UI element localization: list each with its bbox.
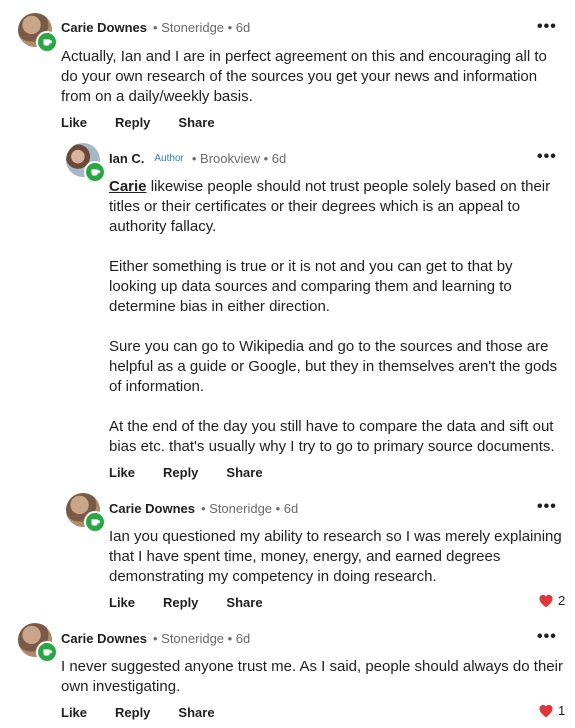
comment: Carie Downes • Stoneridge • 6d ••• Actua… <box>0 0 575 140</box>
comment-text: I never suggested anyone trust me. As I … <box>61 658 563 695</box>
comment-reply: Carie Downes • Stoneridge • 6d ••• Ian y… <box>0 490 575 615</box>
more-options-icon[interactable]: ••• <box>537 18 557 36</box>
like-button[interactable]: Like <box>109 465 135 480</box>
like-button[interactable]: Like <box>61 115 87 130</box>
author-name[interactable]: Carie Downes <box>109 501 195 516</box>
more-options-icon[interactable]: ••• <box>537 628 557 646</box>
author-name[interactable]: Ian C. <box>109 151 144 166</box>
heart-icon <box>539 704 553 718</box>
comment-body: I never suggested anyone trust me. As I … <box>61 657 566 697</box>
author-name[interactable]: Carie Downes <box>61 20 147 35</box>
comment-text: likewise people should not trust people … <box>109 178 551 235</box>
coffee-cup-icon <box>84 161 106 183</box>
share-button[interactable]: Share <box>226 595 262 610</box>
reply-button[interactable]: Reply <box>115 115 150 130</box>
comment-meta: • Stoneridge • 6d <box>152 20 251 35</box>
comment-body: Actually, Ian and I are in perfect agree… <box>61 47 566 107</box>
share-button[interactable]: Share <box>178 705 214 720</box>
reply-button[interactable]: Reply <box>163 465 198 480</box>
reply-button[interactable]: Reply <box>163 595 198 610</box>
comment: Carie Downes • Stoneridge • 6d ••• I nev… <box>0 615 575 728</box>
reaction-summary[interactable]: 2 <box>537 592 565 608</box>
share-button[interactable]: Share <box>226 465 262 480</box>
like-button[interactable]: Like <box>61 705 87 720</box>
like-button[interactable]: Like <box>109 595 135 610</box>
author-badge: Author <box>154 153 184 164</box>
reply-button[interactable]: Reply <box>115 705 150 720</box>
comment-text: Sure you can go to Wikipedia and go to t… <box>109 338 558 395</box>
comment-text: At the end of the day you still have to … <box>109 418 555 455</box>
comment-text: Either something is true or it is not an… <box>109 258 513 315</box>
coffee-cup-icon <box>36 31 58 53</box>
author-name[interactable]: Carie Downes <box>61 631 147 646</box>
coffee-cup-icon <box>36 641 58 663</box>
reaction-count: 1 <box>558 702 566 718</box>
comment-reply: Ian C. Author • Brookview • 6d ••• Carie… <box>0 140 575 490</box>
more-options-icon[interactable]: ••• <box>537 148 557 166</box>
more-options-icon[interactable]: ••• <box>537 498 557 516</box>
comment-meta: • Brookview • 6d <box>191 151 287 166</box>
comment-meta: • Stoneridge • 6d <box>152 631 251 646</box>
reaction-count: 2 <box>558 592 566 608</box>
mention-link[interactable]: Carie <box>109 178 147 195</box>
comment-body: Carie likewise people should not trust p… <box>109 177 564 457</box>
comment-body: Ian you questioned my ability to researc… <box>109 527 564 587</box>
comment-text: Actually, Ian and I are in perfect agree… <box>61 48 547 105</box>
share-button[interactable]: Share <box>178 115 214 130</box>
comment-meta: • Stoneridge • 6d <box>200 501 299 516</box>
coffee-cup-icon <box>84 511 106 533</box>
reaction-summary[interactable]: 1 <box>537 702 565 718</box>
comment-text: Ian you questioned my ability to researc… <box>109 528 562 585</box>
heart-icon <box>539 594 553 608</box>
